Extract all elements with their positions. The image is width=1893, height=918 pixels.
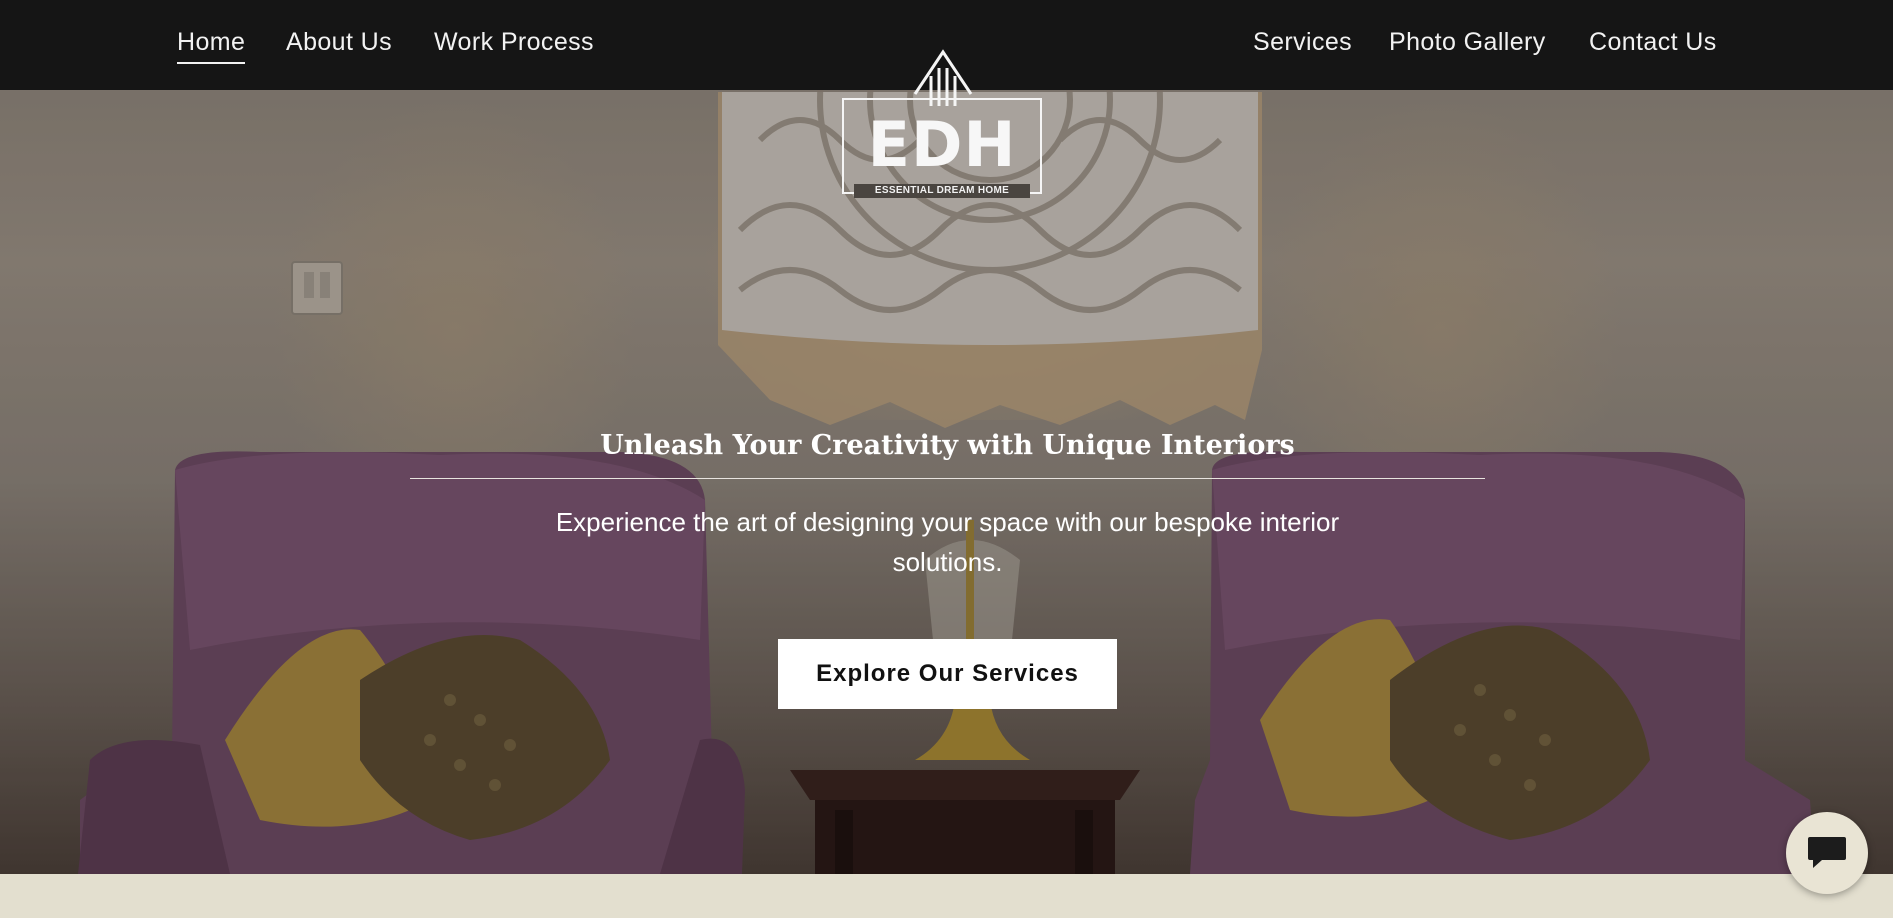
logo-tagline: ESSENTIAL DREAM HOME (854, 184, 1030, 198)
explore-services-button[interactable]: Explore Our Services (778, 639, 1117, 709)
hero-divider (410, 478, 1485, 479)
site-logo[interactable]: EDH ESSENTIAL DREAM HOME (838, 48, 1050, 204)
logo-mark: EDH (867, 108, 1017, 181)
chat-bubble-icon (1808, 837, 1846, 868)
nav-work-process-link[interactable]: Work Process (434, 28, 594, 62)
nav-services-link[interactable]: Services (1253, 28, 1352, 62)
nav-photo-gallery-link[interactable]: Photo Gallery (1389, 28, 1546, 62)
chat-button[interactable] (1786, 812, 1868, 894)
hero-title: Unleash Your Creativity with Unique Inte… (600, 430, 1295, 461)
hero-subtitle: Experience the art of designing your spa… (555, 507, 1340, 577)
nav-contact-us-link[interactable]: Contact Us (1589, 28, 1717, 62)
nav-home-link[interactable]: Home (177, 28, 246, 64)
nav-about-us-link[interactable]: About Us (286, 28, 392, 62)
